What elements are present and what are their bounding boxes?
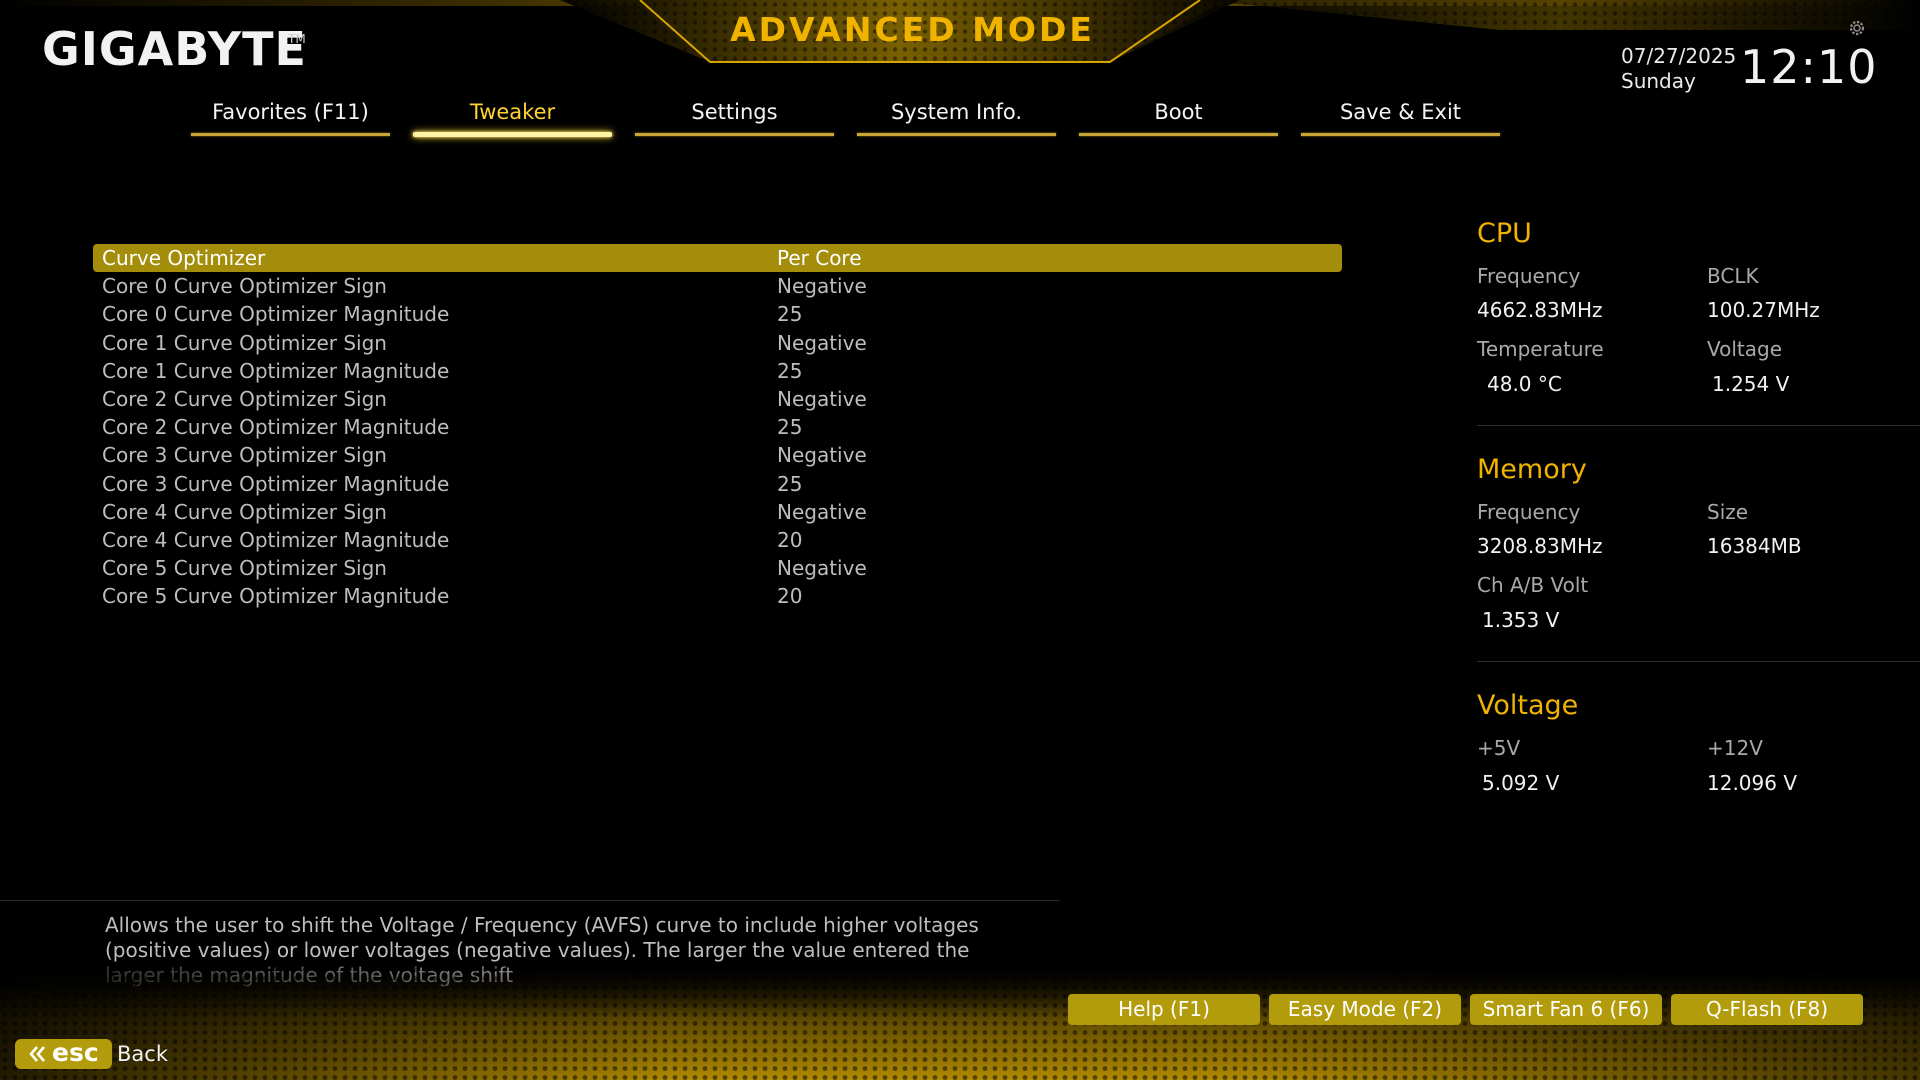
cpu-temperature-label: Temperature bbox=[1477, 337, 1604, 361]
setting-name: Core 1 Curve Optimizer Sign bbox=[102, 330, 387, 355]
tab-label: Save & Exit bbox=[1339, 100, 1462, 124]
voltage-12v-value: 12.096 V bbox=[1707, 771, 1798, 795]
tab-favorites[interactable]: Favorites (F11) bbox=[191, 98, 390, 138]
cpu-frequency-label: Frequency bbox=[1477, 264, 1581, 288]
setting-row[interactable]: Core 5 Curve Optimizer Magnitude 20 bbox=[93, 582, 1342, 610]
setting-row[interactable]: Core 1 Curve Optimizer Sign Negative bbox=[93, 329, 1342, 357]
mode-title: ADVANCED MODE bbox=[730, 10, 1095, 49]
setting-value[interactable]: Negative bbox=[777, 329, 867, 357]
memory-size-value: 16384MB bbox=[1707, 534, 1802, 558]
setting-row[interactable]: Core 0 Curve Optimizer Magnitude 25 bbox=[93, 300, 1342, 328]
setting-name: Core 0 Curve Optimizer Sign bbox=[102, 274, 387, 299]
tab-label: Favorites (F11) bbox=[212, 100, 369, 124]
setting-name: Core 1 Curve Optimizer Magnitude bbox=[102, 358, 450, 383]
cpu-voltage-value: 1.254 V bbox=[1712, 372, 1790, 396]
cpu-frequency-value: 4662.83MHz bbox=[1477, 298, 1603, 322]
setting-name: Core 5 Curve Optimizer Magnitude bbox=[102, 584, 450, 609]
tab-boot[interactable]: Boot bbox=[1079, 98, 1278, 138]
setting-name: Core 3 Curve Optimizer Magnitude bbox=[102, 471, 450, 496]
setting-row[interactable]: Core 1 Curve Optimizer Magnitude 25 bbox=[93, 357, 1342, 385]
memory-chab-volt-label: Ch A/B Volt bbox=[1477, 573, 1589, 597]
tab-underline bbox=[857, 133, 1056, 136]
tab-underline bbox=[413, 132, 612, 137]
setting-value[interactable]: Negative bbox=[777, 441, 867, 469]
panel-divider bbox=[1477, 425, 1920, 426]
cpu-bclk-label: BCLK bbox=[1707, 264, 1759, 288]
setting-row[interactable]: Core 2 Curve Optimizer Sign Negative bbox=[93, 385, 1342, 413]
tab-label: Settings bbox=[691, 100, 778, 124]
setting-value[interactable]: 25 bbox=[777, 413, 802, 441]
gear-icon[interactable] bbox=[1847, 18, 1867, 38]
setting-value[interactable]: 25 bbox=[777, 300, 802, 328]
easy-mode-button[interactable]: Easy Mode (F2) bbox=[1269, 994, 1461, 1025]
esc-label: esc bbox=[52, 1038, 99, 1067]
cpu-section-title: CPU bbox=[1477, 218, 1532, 249]
setting-value[interactable]: 20 bbox=[777, 582, 802, 610]
cpu-temperature-value: 48.0 °C bbox=[1487, 372, 1562, 396]
help-description: Allows the user to shift the Voltage / F… bbox=[105, 913, 979, 987]
voltage-section-title: Voltage bbox=[1477, 690, 1579, 721]
tab-underline bbox=[1301, 133, 1500, 136]
tab-tweaker[interactable]: Tweaker bbox=[413, 98, 612, 138]
settings-list: Curve Optimizer Per Core Core 0 Curve Op… bbox=[93, 244, 1342, 610]
setting-name: Core 5 Curve Optimizer Sign bbox=[102, 556, 387, 581]
voltage-5v-label: +5V bbox=[1477, 736, 1521, 760]
setting-row[interactable]: Core 2 Curve Optimizer Magnitude 25 bbox=[93, 413, 1342, 441]
q-flash-button[interactable]: Q-Flash (F8) bbox=[1671, 994, 1863, 1025]
setting-row[interactable]: Core 0 Curve Optimizer Sign Negative bbox=[93, 272, 1342, 300]
setting-value[interactable]: 25 bbox=[777, 357, 802, 385]
panel-divider bbox=[1477, 661, 1920, 662]
setting-name: Core 0 Curve Optimizer Magnitude bbox=[102, 302, 450, 327]
memory-size-label: Size bbox=[1707, 500, 1749, 524]
setting-row[interactable]: Core 4 Curve Optimizer Sign Negative bbox=[93, 498, 1342, 526]
cpu-voltage-label: Voltage bbox=[1707, 337, 1783, 361]
setting-value[interactable]: 25 bbox=[777, 470, 802, 498]
esc-button[interactable]: esc bbox=[15, 1039, 112, 1069]
tab-label: Tweaker bbox=[469, 100, 556, 124]
setting-name: Curve Optimizer bbox=[102, 246, 266, 270]
back-label[interactable]: Back bbox=[117, 1040, 168, 1068]
setting-name: Core 2 Curve Optimizer Magnitude bbox=[102, 415, 450, 440]
setting-name: Core 3 Curve Optimizer Sign bbox=[102, 443, 387, 468]
tab-save-exit[interactable]: Save & Exit bbox=[1301, 98, 1500, 138]
cpu-bclk-value: 100.27MHz bbox=[1707, 298, 1820, 322]
setting-value[interactable]: Negative bbox=[777, 272, 867, 300]
tab-label: Boot bbox=[1154, 100, 1203, 124]
double-chevron-left-icon bbox=[29, 1046, 45, 1062]
voltage-12v-label: +12V bbox=[1707, 736, 1763, 760]
gigabyte-logo: GIGABYTE bbox=[42, 22, 307, 76]
tab-underline bbox=[191, 133, 390, 136]
setting-value[interactable]: Negative bbox=[777, 498, 867, 526]
help-divider bbox=[0, 900, 1060, 901]
tab-underline bbox=[1079, 133, 1278, 136]
clock: 12:10 bbox=[1740, 40, 1878, 94]
setting-row[interactable]: Core 4 Curve Optimizer Magnitude 20 bbox=[93, 526, 1342, 554]
tab-system-info[interactable]: System Info. bbox=[857, 98, 1056, 138]
bios-screen: GIGABYTE TM ADVANCED MODE 07/27/2025 Sun… bbox=[0, 0, 1920, 1080]
voltage-5v-value: 5.092 V bbox=[1482, 771, 1560, 795]
setting-row[interactable]: Core 3 Curve Optimizer Sign Negative bbox=[93, 441, 1342, 469]
tab-settings[interactable]: Settings bbox=[635, 98, 834, 138]
date: 07/27/2025 bbox=[1621, 44, 1737, 68]
memory-section-title: Memory bbox=[1477, 454, 1587, 485]
setting-row[interactable]: Core 5 Curve Optimizer Sign Negative bbox=[93, 554, 1342, 582]
setting-name: Core 2 Curve Optimizer Sign bbox=[102, 386, 387, 411]
setting-row[interactable]: Core 3 Curve Optimizer Magnitude 25 bbox=[93, 470, 1342, 498]
memory-frequency-label: Frequency bbox=[1477, 500, 1581, 524]
tab-label: System Info. bbox=[890, 100, 1023, 124]
setting-name: Core 4 Curve Optimizer Sign bbox=[102, 499, 387, 524]
trademark-mark: TM bbox=[288, 32, 306, 46]
setting-value[interactable]: 20 bbox=[777, 526, 802, 554]
setting-value[interactable]: Negative bbox=[777, 554, 867, 582]
weekday: Sunday bbox=[1621, 69, 1696, 93]
setting-row-curve-optimizer[interactable]: Curve Optimizer Per Core bbox=[93, 244, 1342, 273]
memory-chab-volt-value: 1.353 V bbox=[1482, 608, 1560, 632]
smart-fan-button[interactable]: Smart Fan 6 (F6) bbox=[1470, 994, 1662, 1025]
setting-name: Core 4 Curve Optimizer Magnitude bbox=[102, 527, 450, 552]
memory-frequency-value: 3208.83MHz bbox=[1477, 534, 1603, 558]
tab-underline bbox=[635, 133, 834, 136]
help-button[interactable]: Help (F1) bbox=[1068, 994, 1260, 1025]
setting-value[interactable]: Per Core bbox=[777, 244, 862, 272]
setting-value[interactable]: Negative bbox=[777, 385, 867, 413]
